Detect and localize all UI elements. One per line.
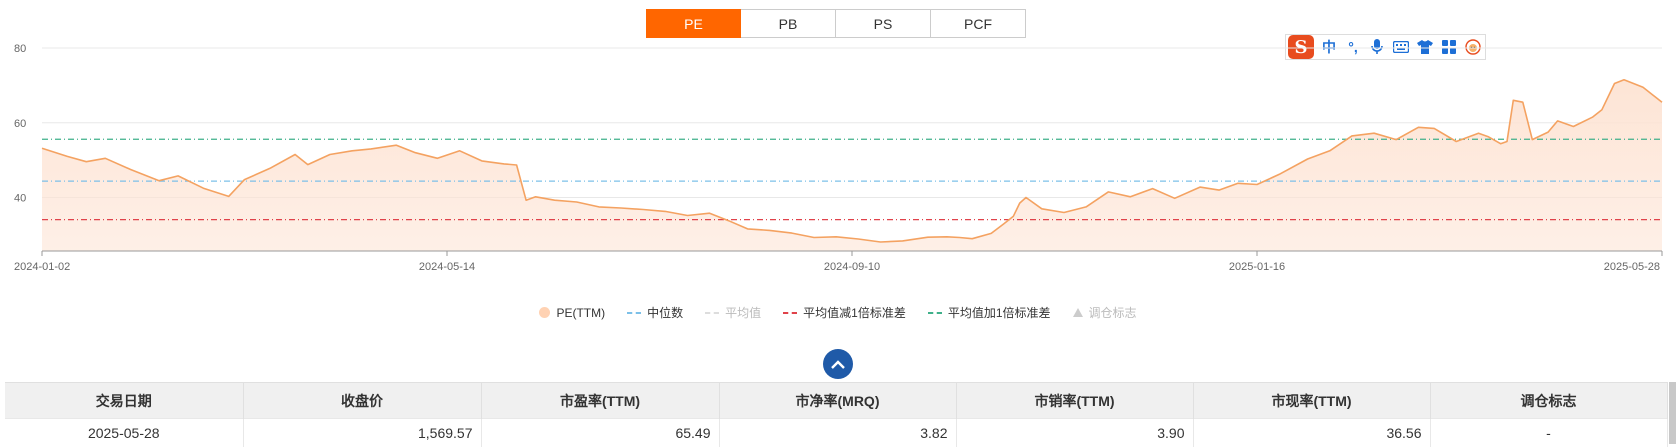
col-header-ps: 市销率(TTM) [956, 383, 1193, 419]
col-header-pb: 市净率(MRQ) [719, 383, 956, 419]
y-tick-label: 80 [14, 43, 26, 55]
col-header-date: 交易日期 [5, 383, 243, 419]
legend-label: 中位数 [647, 304, 683, 321]
x-tick-label: 2024-09-10 [824, 261, 880, 273]
chevron-up-icon [831, 360, 845, 369]
y-tick-label: 60 [14, 118, 26, 130]
valuation-table: 交易日期 收盘价 市盈率(TTM) 市净率(MRQ) 市销率(TTM) 市现率(… [5, 382, 1668, 447]
tab-pe[interactable]: PE [646, 9, 741, 38]
tab-pcf[interactable]: PCF [931, 9, 1026, 38]
tab-ps[interactable]: PS [836, 9, 931, 38]
legend-dash-icon [928, 312, 942, 314]
cell-pb: 3.82 [719, 419, 956, 447]
legend-item[interactable]: PE(TTM) [539, 304, 605, 321]
legend-label: 平均值加1倍标准差 [948, 304, 1051, 321]
table-header-row: 交易日期 收盘价 市盈率(TTM) 市净率(MRQ) 市销率(TTM) 市现率(… [5, 383, 1667, 419]
col-header-rebalance: 调仓标志 [1430, 383, 1667, 419]
x-tick-label: 2024-05-14 [419, 261, 475, 273]
legend-item[interactable]: 平均值加1倍标准差 [928, 304, 1051, 321]
legend-label: 平均值减1倍标准差 [803, 304, 906, 321]
y-tick-label: 40 [14, 193, 26, 205]
legend-dot-icon [539, 307, 550, 318]
legend-triangle-icon [1073, 308, 1083, 317]
cell-date: 2025-05-28 [5, 419, 243, 447]
col-header-pcf: 市现率(TTM) [1193, 383, 1430, 419]
col-header-close: 收盘价 [243, 383, 481, 419]
chart-legend: PE(TTM) 中位数 平均值 平均值减1倍标准差 平均值加1倍标准差 调仓标志 [0, 304, 1676, 321]
pe-chart[interactable]: 40 60 80 2024-01-02 2024-05-14 2024-09-10 2025… [0, 40, 1676, 290]
legend-dash-icon [627, 312, 641, 314]
collapse-button[interactable] [823, 349, 853, 379]
metric-tabs: PEPBPSPCF [646, 9, 1026, 38]
table-scrollbar[interactable] [1669, 382, 1676, 444]
tab-pb[interactable]: PB [741, 9, 836, 38]
legend-item[interactable]: 调仓标志 [1073, 304, 1137, 321]
pe-area [42, 80, 1662, 251]
legend-label: 平均值 [725, 304, 761, 321]
x-tick-label: 2025-05-28 [1604, 261, 1660, 273]
cell-pcf: 36.56 [1193, 419, 1430, 447]
table-row: 2025-05-28 1,569.57 65.49 3.82 3.90 36.5… [5, 419, 1667, 447]
cell-close: 1,569.57 [243, 419, 481, 447]
legend-item[interactable]: 中位数 [627, 304, 683, 321]
cell-rebalance: - [1430, 419, 1667, 447]
legend-label: 调仓标志 [1089, 304, 1137, 321]
x-tick-label: 2024-01-02 [14, 261, 70, 273]
x-tick-label: 2025-01-16 [1229, 261, 1285, 273]
legend-item[interactable]: 平均值 [705, 304, 761, 321]
legend-item[interactable]: 平均值减1倍标准差 [783, 304, 906, 321]
legend-label: PE(TTM) [556, 306, 605, 320]
cell-ps: 3.90 [956, 419, 1193, 447]
legend-dash-icon [705, 312, 719, 314]
col-header-pe: 市盈率(TTM) [481, 383, 719, 419]
cell-pe: 65.49 [481, 419, 719, 447]
legend-dash-icon [783, 312, 797, 314]
